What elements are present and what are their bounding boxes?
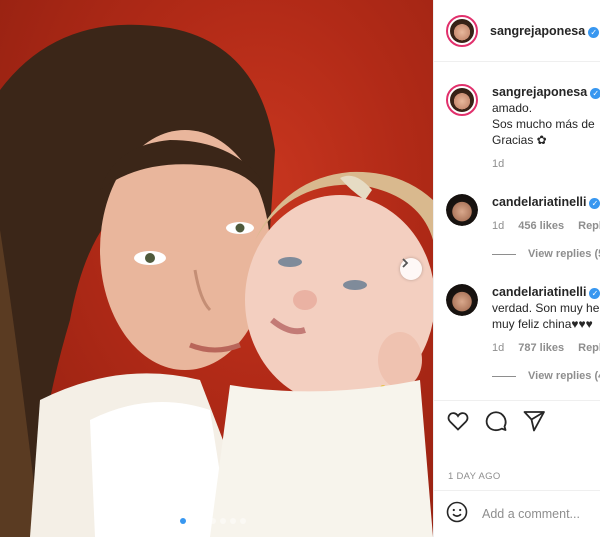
replies-divider [492, 375, 516, 377]
view-replies-label[interactable]: View replies (4 [528, 370, 600, 382]
comment-username[interactable]: candelariatinelli ✓ [492, 194, 600, 210]
author-avatar[interactable] [446, 14, 478, 47]
author-username-text[interactable]: sangrejaponesa [490, 24, 585, 38]
author-username[interactable]: sangrejaponesa ✓ [490, 24, 600, 38]
chevron-right-icon [402, 258, 409, 268]
carousel-indicator [180, 518, 246, 524]
heart-icon [447, 412, 469, 431]
comment-text-line: amado. [492, 101, 533, 115]
view-replies-button[interactable]: View replies (4 [492, 370, 600, 382]
carousel-dot-2 [190, 518, 196, 524]
share-button[interactable] [522, 409, 546, 433]
comment-text-line: Gracias ✿ [492, 133, 547, 147]
add-comment-bar [434, 490, 600, 537]
comment-time[interactable]: 1d [492, 340, 504, 356]
reply-button[interactable]: Reply [578, 218, 600, 234]
carousel-dot-7 [240, 518, 246, 524]
comment-username-text[interactable]: candelariatinelli [492, 285, 586, 299]
verified-icon: ✓ [589, 288, 600, 299]
comment-text-line: muy feliz china♥♥♥ [492, 317, 593, 331]
comments-list: sangrejaponesa ✓ amado. Sos mucho más de … [434, 62, 600, 400]
emoji-button[interactable] [446, 501, 468, 528]
post-timeago[interactable]: 1 DAY AGO [448, 471, 501, 482]
post-photo[interactable] [0, 0, 433, 537]
comment-time[interactable]: 1d [492, 218, 504, 234]
carousel-next-button[interactable] [400, 258, 422, 280]
commenter-avatar[interactable] [446, 194, 478, 226]
carousel-dot-3 [200, 518, 206, 524]
comment-time[interactable]: 1d [492, 156, 504, 172]
comment-button[interactable] [484, 409, 508, 433]
carousel-dot-6 [230, 518, 236, 524]
emoji-icon [446, 501, 468, 522]
commenter-avatar[interactable] [446, 284, 478, 316]
comment-text-line: Sos mucho más de [492, 117, 595, 131]
verified-icon: ✓ [588, 26, 600, 38]
view-replies-button[interactable]: View replies (5 [492, 248, 600, 260]
comment-input[interactable] [482, 507, 592, 521]
comment-username-text[interactable]: candelariatinelli [492, 195, 586, 209]
reply-button[interactable]: Reply [578, 340, 600, 356]
carousel-dot-1 [180, 518, 186, 524]
post-side-panel: sangrejaponesa ✓ sangrejaponesa ✓ amado. S… [433, 0, 600, 537]
comment-item: candelariatinelli ✓ verdad. Son muy he mu… [446, 284, 600, 382]
comment-text-line: verdad. Son muy he [492, 301, 600, 315]
comment-item: candelariatinelli✓ 1d 456 likes Reply Vi… [446, 194, 600, 260]
share-icon [523, 411, 545, 432]
caption-comment: sangrejaponesa ✓ amado. Sos mucho más de … [446, 84, 600, 172]
comment-username-text[interactable]: sangrejaponesa [492, 85, 587, 99]
post-header: sangrejaponesa ✓ [434, 0, 600, 62]
comment-icon [485, 411, 507, 432]
comment-username[interactable]: sangrejaponesa ✓ [492, 84, 600, 100]
photo-illustration [0, 24, 433, 537]
comment-likes[interactable]: 787 likes [518, 340, 564, 356]
comment-likes[interactable]: 456 likes [518, 218, 564, 234]
carousel-dot-5 [220, 518, 226, 524]
verified-icon: ✓ [590, 88, 600, 99]
carousel-dot-4 [210, 518, 216, 524]
commenter-avatar[interactable] [446, 84, 478, 116]
comment-username[interactable]: candelariatinelli ✓ [492, 284, 600, 300]
replies-divider [492, 253, 516, 255]
like-button[interactable] [446, 409, 470, 433]
view-replies-label[interactable]: View replies (5 [528, 248, 600, 260]
verified-icon: ✓ [589, 198, 600, 209]
